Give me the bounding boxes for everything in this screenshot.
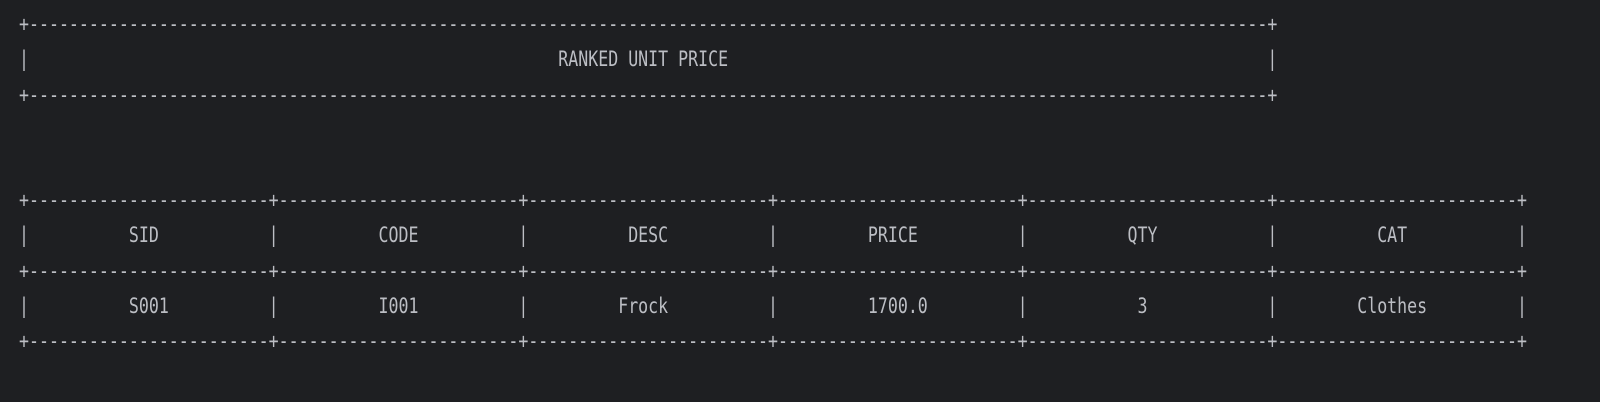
banner-border-top: +---------------------------------------… xyxy=(19,12,1278,36)
terminal-output: +---------------------------------------… xyxy=(0,0,1600,402)
table-border-top: +------------------------+--------------… xyxy=(19,188,1527,212)
table-border-bottom: +------------------------+--------------… xyxy=(19,329,1527,353)
table-row: | S001 | I001 | Frock | 1700.0 | 3 | Clo… xyxy=(19,294,1527,318)
banner-border-bottom: +---------------------------------------… xyxy=(19,83,1278,107)
banner-title-line: | RANKED UNIT PRICE | xyxy=(19,47,1278,71)
table-border-mid: +------------------------+--------------… xyxy=(19,259,1527,283)
table-header-row: | SID | CODE | DESC | PRICE | QTY | CAT … xyxy=(19,223,1527,247)
